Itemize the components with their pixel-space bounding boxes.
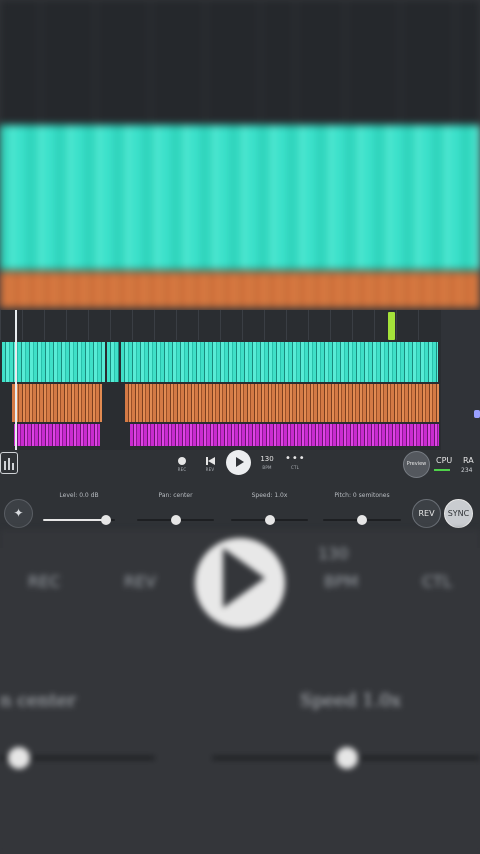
pitch-label: Pitch: 0 semitones [334, 492, 390, 499]
speed-label: Speed: 1.0x [251, 492, 288, 499]
pan-knob[interactable] [170, 515, 181, 525]
background-pan-knob [8, 747, 30, 769]
background-rev-label: REV [124, 572, 157, 591]
speed-knob[interactable] [264, 515, 275, 525]
reverse-button[interactable]: REV [412, 499, 441, 528]
background-bpm-value: 130 [318, 544, 349, 563]
record-label: REC [177, 467, 187, 472]
rewind-label: REV [205, 467, 215, 472]
background-speed-knob [336, 747, 358, 769]
side-scroll-indicator[interactable] [474, 410, 480, 418]
background-pan-label: n center [0, 690, 77, 711]
pitch-knob[interactable] [357, 515, 367, 525]
background-rec-label: REC [28, 572, 61, 591]
more-dots-icon: ••• [285, 453, 306, 464]
pitch-slider[interactable]: Pitch: 0 semitones [323, 492, 401, 532]
bpm-label: BPM [262, 465, 272, 470]
bpm-value: 130 [260, 455, 274, 463]
sync-button[interactable]: SYNC [444, 499, 473, 528]
background-cyan-waveform [0, 125, 480, 270]
track-clip-magenta-a[interactable] [14, 424, 100, 446]
background-zoom-top [0, 0, 480, 310]
loop-marker[interactable] [388, 312, 395, 340]
play-button[interactable] [226, 450, 251, 475]
background-speed-label: Speed 1.0x [300, 690, 402, 711]
background-orange-waveform [0, 272, 480, 308]
background-bpm-label: BPM [324, 572, 359, 591]
daw-window: REC REV 130 BPM ••• CTL Preview CPU RA 2… [0, 310, 480, 548]
waveform-button[interactable]: ✦ [4, 499, 33, 528]
speed-slider[interactable]: Speed: 1.0x [231, 492, 308, 532]
track-clip-magenta-b[interactable] [130, 424, 439, 446]
pan-slider[interactable]: Pan: center [137, 492, 214, 532]
mixer-icon[interactable] [0, 452, 18, 474]
level-knob[interactable] [101, 515, 112, 525]
bpm-button[interactable]: 130 BPM [258, 455, 276, 470]
track-clip-cyan-c[interactable] [121, 342, 438, 382]
cpu-label: CPU [436, 456, 453, 465]
track-clip-orange-a[interactable] [12, 384, 102, 422]
ram-label: RA [463, 456, 474, 465]
track-clip-cyan-a[interactable] [2, 342, 105, 382]
transport-bar: REC REV 130 BPM ••• CTL Preview CPU RA 2… [0, 450, 480, 485]
level-label: Level: 0.0 dB [59, 492, 99, 499]
timeline-ruler[interactable] [0, 310, 440, 340]
preview-button[interactable]: Preview [403, 451, 430, 478]
level-slider[interactable]: Level: 0.0 dB [43, 492, 115, 532]
record-button[interactable]: REC [174, 457, 190, 472]
ram-value: 234 [461, 467, 473, 474]
record-icon [178, 457, 186, 465]
background-zoom-bottom: REC REV 130 BPM CTL n center Speed 1.0x [0, 530, 480, 854]
cpu-meter [434, 469, 450, 471]
ctl-button[interactable]: ••• CTL [285, 453, 306, 471]
track-clip-cyan-b[interactable] [107, 342, 119, 382]
waveform-icon: ✦ [13, 506, 24, 520]
pan-label: Pan: center [158, 492, 193, 499]
track-clip-orange-b[interactable] [125, 384, 439, 422]
ctl-label: CTL [290, 465, 300, 470]
background-ctl-label: CTL [422, 572, 452, 591]
rewind-button[interactable]: REV [202, 457, 218, 472]
track-side-panel [441, 310, 480, 450]
skip-back-icon [205, 457, 215, 465]
playhead[interactable] [15, 310, 17, 450]
arrangement-timeline[interactable] [0, 310, 480, 450]
level-fill [43, 519, 107, 521]
background-play-icon [195, 538, 285, 628]
